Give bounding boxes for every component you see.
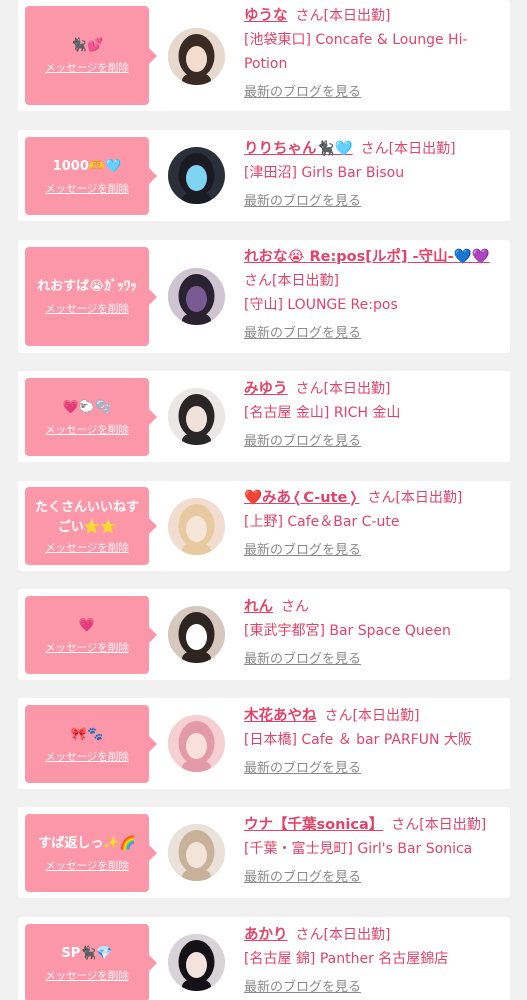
cast-info: ❤️みあ❬C-ute❭ さん[本日出勤] [上野] Cafe＆Bar C-ute … [244,486,506,563]
avatar[interactable] [168,824,225,881]
message-text: れおすば😭ｶﾞｯﾜｯ [37,279,137,294]
latest-blog-link[interactable]: 最新のブログを見る [244,757,361,781]
avatar[interactable] [168,934,225,991]
delete-message-link[interactable]: メッセージを削除 [45,301,129,316]
message-text: SP🐈‍⬛💎 [61,945,113,961]
avatar-photo [168,824,225,881]
list-item: 💗🐑🫧 メッセージを削除 みゆう さん[本日出勤] [名古屋 金山] RICH 金… [18,371,510,462]
message-text: 💗🐑🫧 [62,399,112,415]
cast-name-link[interactable]: 木花あやね [244,708,317,724]
message-text: すば返しっ✨🌈 [38,835,136,851]
message-bubble: 💗🐑🫧 メッセージを削除 [25,378,157,456]
message-text: 🎀🐾 [70,726,104,742]
message-text: 1000🫶🩵 [52,158,122,174]
message-bubble: すば返しっ✨🌈 メッセージを削除 [25,814,157,892]
latest-blog-link[interactable]: 最新のブログを見る [244,190,361,214]
cast-info: りりちゃん🐈‍⬛🩵 さん[本日出勤] [津田沼] Girls Bar Bisou … [244,137,506,214]
list-item: れおすば😭ｶﾞｯﾜｯ メッセージを削除 れおな😭 Re:pos[ルポ] -守山-… [18,240,510,353]
message-bubble: SP🐈‍⬛💎 メッセージを削除 [25,924,157,1000]
cast-status: さん[本日出勤] [295,381,391,397]
latest-blog-link[interactable]: 最新のブログを見る [244,976,361,1000]
cast-info: みゆう さん[本日出勤] [名古屋 金山] RICH 金山 最新のブログを見る [244,377,506,454]
cast-info: れん さん [東武宇都宮] Bar Space Queen 最新のブログを見る [244,595,506,672]
delete-message-link[interactable]: メッセージを削除 [45,422,129,437]
shop-name: [守山] LOUNGE Re:pos [244,297,398,313]
delete-message-link[interactable]: メッセージを削除 [45,749,129,764]
avatar-photo [168,28,225,85]
cast-status: さん[本日出勤] [324,708,420,724]
list-item: 1000🫶🩵 メッセージを削除 りりちゃん🐈‍⬛🩵 さん[本日出勤] [津田沼] … [18,130,510,221]
avatar-photo [168,934,225,991]
list-item: たくさんいいねすごい⭐⭐ メッセージを削除 ❤️みあ❬C-ute❭ さん[本日出勤… [18,481,510,571]
shop-name: [日本橋] Cafe ＆ bar PARFUN 大阪 [244,732,472,748]
cast-name-link[interactable]: りりちゃん🐈‍⬛🩵 [244,141,353,157]
shop-name: [津田沼] Girls Bar Bisou [244,165,405,181]
shop-name: [上野] Cafe＆Bar C-ute [244,514,400,530]
list-item: 🎀🐾 メッセージを削除 木花あやね さん[本日出勤] [日本橋] Cafe ＆ b… [18,698,510,789]
avatar-photo [168,147,225,204]
list-item: 💗 メッセージを削除 れん さん [東武宇都宮] Bar Space Queen … [18,589,510,680]
message-text: 💗 [78,617,96,633]
cast-status: さん[本日出勤] [295,927,391,943]
message-bubble: 1000🫶🩵 メッセージを削除 [25,137,157,215]
list-item: すば返しっ✨🌈 メッセージを削除 ウナ【千葉sonica】 さん[本日出勤] [千… [18,807,510,898]
shop-name: [池袋東口] Concafe & Lounge Hi-Potion [244,32,468,72]
delete-message-link[interactable]: メッセージを削除 [45,181,129,196]
cast-status: さん[本日出勤] [367,490,463,506]
avatar-photo [168,498,225,555]
cast-status: さん [281,599,309,615]
list-item: 🐈‍⬛💕 メッセージを削除 ゆうな さん[本日出勤] [池袋東口] Concafe… [18,0,510,111]
cast-info: あかり さん[本日出勤] [名古屋 錦] Panther 名古屋錦店 最新のブログ… [244,923,506,1000]
delete-message-link[interactable]: メッセージを削除 [45,858,129,873]
latest-blog-link[interactable]: 最新のブログを見る [244,81,361,105]
avatar-photo [168,268,225,325]
cast-name-link[interactable]: あかり [244,927,288,943]
avatar[interactable] [168,147,225,204]
latest-blog-link[interactable]: 最新のブログを見る [244,322,361,346]
cast-name-link[interactable]: ❤️みあ❬C-ute❭ [244,490,359,506]
cast-name-link[interactable]: れおな😭 Re:pos[ルポ] -守山-💙💜 [244,249,490,265]
list-item: SP🐈‍⬛💎 メッセージを削除 あかり さん[本日出勤] [名古屋 錦] Pant… [18,917,510,1000]
avatar-photo [168,606,225,663]
delete-message-link[interactable]: メッセージを削除 [45,640,129,655]
avatar[interactable] [168,268,225,325]
delete-message-link[interactable]: メッセージを削除 [45,968,129,983]
message-text: たくさんいいねすごい⭐⭐ [34,499,139,535]
latest-blog-link[interactable]: 最新のブログを見る [244,648,361,672]
message-bubble: たくさんいいねすごい⭐⭐ メッセージを削除 [25,487,157,565]
latest-blog-link[interactable]: 最新のブログを見る [244,430,361,454]
cast-name-link[interactable]: ウナ【千葉sonica】 [244,817,383,833]
cast-info: 木花あやね さん[本日出勤] [日本橋] Cafe ＆ bar PARFUN 大阪… [244,704,506,781]
delete-message-link[interactable]: メッセージを削除 [45,540,129,555]
cast-name-link[interactable]: みゆう [244,381,288,397]
shop-name: [名古屋 金山] RICH 金山 [244,405,401,421]
cast-status: さん[本日出勤] [391,817,487,833]
cast-status: さん[本日出勤] [295,8,391,24]
shop-name: [千葉・富士見町] Girl's Bar Sonica [244,841,473,857]
avatar-photo [168,388,225,445]
cast-status: さん[本日出勤] [360,141,456,157]
message-bubble: れおすば😭ｶﾞｯﾜｯ メッセージを削除 [25,247,157,346]
avatar[interactable] [168,606,225,663]
cast-name-link[interactable]: ゆうな [244,8,288,24]
message-text: 🐈‍⬛💕 [70,38,104,53]
avatar[interactable] [168,28,225,85]
cast-info: ゆうな さん[本日出勤] [池袋東口] Concafe & Lounge Hi-P… [244,4,506,105]
cast-info: ウナ【千葉sonica】 さん[本日出勤] [千葉・富士見町] Girl's Ba… [244,813,506,890]
avatar[interactable] [168,715,225,772]
avatar-photo [168,715,225,772]
latest-blog-link[interactable]: 最新のブログを見る [244,539,361,563]
cast-info: れおな😭 Re:pos[ルポ] -守山-💙💜 さん[本日出勤] [守山] LOU… [244,245,506,346]
avatar[interactable] [168,388,225,445]
message-bubble: 🐈‍⬛💕 メッセージを削除 [25,6,157,105]
cast-name-link[interactable]: れん [244,599,273,615]
latest-blog-link[interactable]: 最新のブログを見る [244,866,361,890]
message-bubble: 💗 メッセージを削除 [25,596,157,674]
delete-message-link[interactable]: メッセージを削除 [45,60,129,75]
shop-name: [東武宇都宮] Bar Space Queen [244,623,451,639]
cast-status: さん[本日出勤] [244,273,339,289]
avatar[interactable] [168,498,225,555]
message-bubble: 🎀🐾 メッセージを削除 [25,705,157,783]
shop-name: [名古屋 錦] Panther 名古屋錦店 [244,951,449,967]
